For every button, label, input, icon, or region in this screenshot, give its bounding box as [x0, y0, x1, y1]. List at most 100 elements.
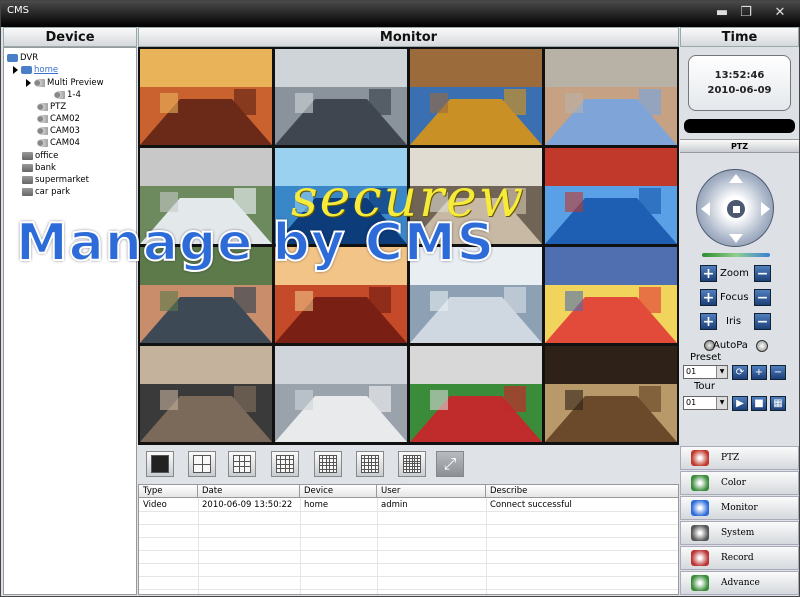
dvr-group-icon [22, 151, 33, 160]
tour-play-button[interactable]: ▶ [732, 396, 748, 411]
preset-remove-button[interactable]: − [770, 365, 786, 380]
nav-item-system[interactable]: System [680, 521, 799, 545]
arrow-left-icon[interactable] [701, 202, 710, 216]
event-log-table: Type Date Device User Describe Video 201… [138, 484, 679, 595]
preset-select[interactable]: 01 ▼ [683, 365, 728, 379]
zoom-control: + Zoom − [700, 265, 790, 283]
arrow-down-icon[interactable] [729, 234, 743, 243]
tree-item-home[interactable]: home [13, 64, 58, 76]
tree-item-cam03[interactable]: CAM03 [37, 125, 80, 137]
tree-item-cam02[interactable]: CAM02 [37, 113, 80, 125]
focus-in-button[interactable]: + [700, 289, 717, 306]
close-icon[interactable]: ✕ [771, 5, 789, 21]
camera-feed-arena[interactable] [545, 148, 677, 244]
preset-call-button[interactable]: ⟳ [732, 365, 748, 380]
iris-open-button[interactable]: + [700, 313, 717, 330]
column-header[interactable]: Type [139, 485, 198, 498]
tree-item-1-4[interactable]: 1-4 [54, 89, 81, 101]
camera-feed-campus[interactable] [545, 49, 677, 145]
cms-window: CMS ▬ ❐ ✕ Device Monitor Time DVR home M… [0, 0, 800, 597]
tree-item-supermarket[interactable]: supermarket [22, 174, 89, 186]
tree-item-bank[interactable]: bank [22, 162, 56, 174]
auto-pan-label: AutoPa [713, 340, 748, 351]
dvr-group-icon [22, 163, 33, 172]
layout-25-icon [361, 455, 379, 473]
column-header[interactable]: Describe [486, 485, 678, 498]
zoom-in-button[interactable]: + [700, 265, 717, 282]
ptz-speed-slider[interactable] [702, 253, 770, 257]
column-header[interactable]: User [377, 485, 486, 498]
system-icon [691, 525, 709, 541]
tree-item-car-park[interactable]: car park [22, 186, 70, 198]
layout-4-button[interactable] [188, 451, 216, 477]
layout-36-button[interactable] [398, 451, 426, 477]
minimize-icon[interactable]: ▬ [713, 5, 731, 21]
control-panel: 13:52:46 2010-06-09 PTZ + Zoom − + Focus… [680, 47, 799, 595]
tour-select[interactable]: 01 ▼ [683, 396, 728, 410]
layout-20-icon [319, 455, 337, 473]
nav-item-color[interactable]: Color [680, 471, 799, 495]
preset-label: Preset [690, 352, 722, 363]
auto-pan-toggle[interactable] [756, 340, 768, 352]
layout-toolbar: ⤢ [138, 445, 679, 483]
tree-item-cam04[interactable]: CAM04 [37, 137, 80, 149]
chevron-down-icon: ▼ [716, 397, 727, 409]
tour-grid-button[interactable]: ▦ [770, 396, 786, 411]
arrow-up-icon[interactable] [729, 174, 743, 183]
tree-item-office[interactable]: office [22, 150, 58, 162]
layout-36-icon [403, 455, 421, 473]
camera-feed-parking[interactable] [275, 49, 407, 145]
zoom-out-button[interactable]: − [754, 265, 771, 282]
tree-item-dvr[interactable]: DVR [7, 52, 38, 64]
tree-label: Multi Preview [47, 78, 104, 88]
tour-stop-button[interactable]: ■ [751, 396, 767, 411]
tree-item-ptz[interactable]: PTZ [37, 101, 66, 113]
arrow-right-icon[interactable] [761, 202, 770, 216]
layout-1-button[interactable] [146, 451, 174, 477]
focus-out-button[interactable]: − [754, 289, 771, 306]
tree-label: CAM03 [50, 126, 80, 136]
camera-icon [34, 78, 45, 87]
tree-label: car park [35, 187, 71, 197]
window-title: CMS [7, 5, 29, 16]
camera-feed-traffic[interactable] [140, 346, 272, 442]
camera-icon [37, 114, 48, 123]
camera-feed-escalator[interactable] [410, 49, 542, 145]
layout-25-button[interactable] [356, 451, 384, 477]
ptz-direction-pad[interactable] [696, 169, 774, 247]
camera-icon [37, 102, 48, 111]
dvr-icon [21, 65, 32, 74]
camera-feed-hall[interactable] [140, 49, 272, 145]
iris-close-button[interactable]: − [754, 313, 771, 330]
camera-feed-market[interactable] [545, 247, 677, 343]
expand-icon[interactable] [13, 65, 18, 74]
layout-16-button[interactable] [271, 451, 299, 477]
camera-feed-exhibition[interactable] [545, 346, 677, 442]
preset-value: 01 [686, 367, 697, 376]
column-header[interactable]: Date [198, 485, 300, 498]
nav-item-advance[interactable]: Advance [680, 571, 799, 595]
fullscreen-button[interactable]: ⤢ [436, 451, 464, 477]
nav-item-label: Monitor [721, 503, 758, 513]
nav-item-record[interactable]: Record [680, 546, 799, 570]
layout-9-button[interactable] [228, 451, 256, 477]
ptz-section-header: PTZ [680, 139, 799, 153]
ptz-stop-button[interactable] [727, 200, 745, 218]
record-icon [691, 550, 709, 566]
camera-feed-supermarket[interactable] [410, 346, 542, 442]
column-header[interactable]: Device [300, 485, 377, 498]
tree-item-multi-preview[interactable]: Multi Preview [26, 77, 104, 89]
camera-icon [37, 138, 48, 147]
ptz-icon [691, 450, 709, 466]
camera-feed-corridor[interactable] [275, 346, 407, 442]
preset-add-button[interactable]: + [751, 365, 767, 380]
restore-icon[interactable]: ❐ [737, 5, 755, 21]
nav-item-ptz[interactable]: PTZ [680, 446, 799, 470]
expand-icon[interactable] [26, 78, 31, 87]
layout-20-button[interactable] [314, 451, 342, 477]
nav-item-monitor[interactable]: Monitor [680, 496, 799, 520]
tree-label: bank [35, 163, 56, 173]
advance-icon [691, 575, 709, 591]
iris-control: + Iris − [700, 313, 790, 331]
dvr-group-icon [22, 175, 33, 184]
